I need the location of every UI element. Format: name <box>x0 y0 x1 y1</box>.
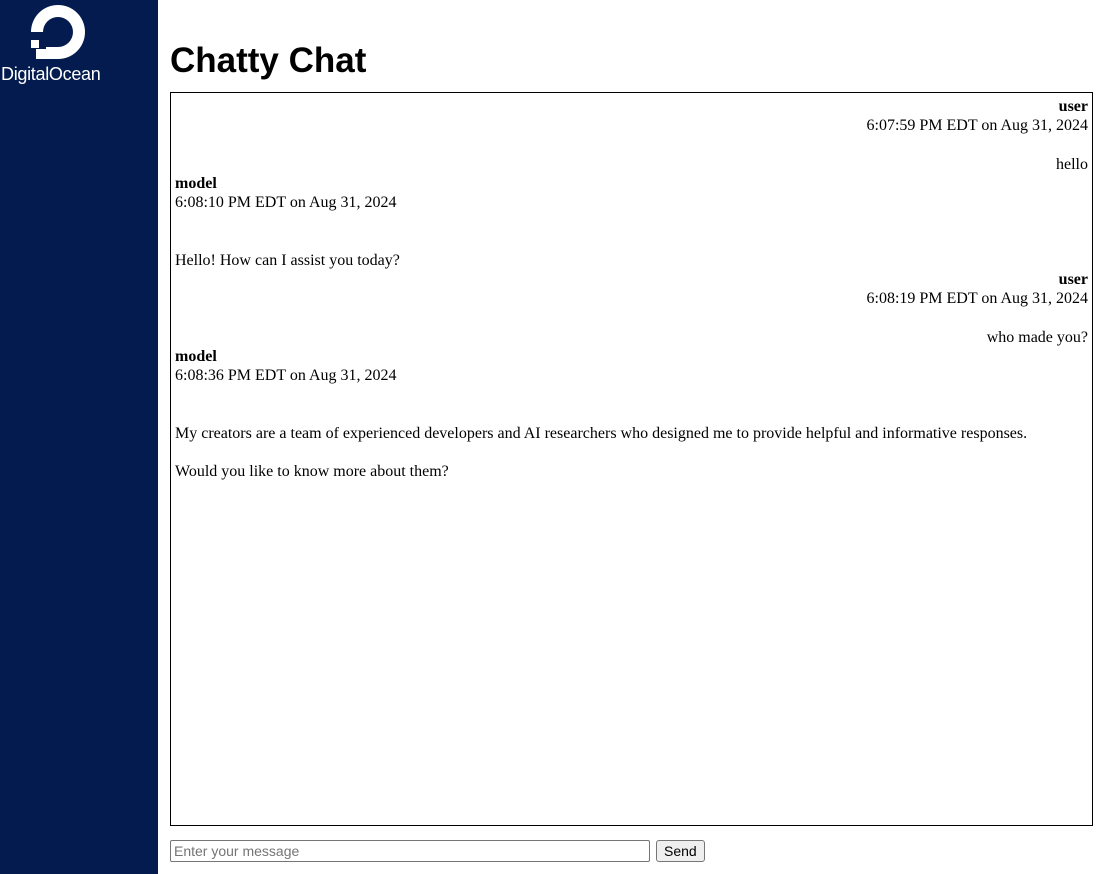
message-text: My creators are a team of experienced de… <box>175 425 1028 442</box>
message-body: who made you? <box>175 328 1088 347</box>
chat-message-user: user 6:08:19 PM EDT on Aug 31, 2024 who … <box>175 270 1089 347</box>
message-text: who made you? <box>986 329 1088 346</box>
message-role: user <box>1058 98 1088 115</box>
message-text: Hello! How can I assist you today? <box>175 252 400 269</box>
digitalocean-logo-icon <box>31 5 85 59</box>
chat-message-user: user 6:07:59 PM EDT on Aug 31, 2024 hell… <box>175 97 1089 174</box>
brand-name: DigitalOcean <box>1 64 101 84</box>
message-body: My creators are a team of experienced de… <box>175 424 1088 481</box>
chat-message-model: model 6:08:36 PM EDT on Aug 31, 2024 My … <box>175 347 1088 481</box>
message-role: model <box>175 175 217 192</box>
message-role: model <box>175 348 217 365</box>
chat-page: DigitalOcean Chatty Chat user 6:07:59 PM… <box>0 0 1111 874</box>
send-button[interactable]: Send <box>656 840 705 862</box>
main-content: Chatty Chat user 6:07:59 PM EDT on Aug 3… <box>170 0 1096 874</box>
message-composer: Send <box>170 840 705 862</box>
sidebar: DigitalOcean <box>0 0 158 874</box>
page-title: Chatty Chat <box>170 41 367 80</box>
message-text: Would you like to know more about them? <box>175 463 449 480</box>
chat-log[interactable]: user 6:07:59 PM EDT on Aug 31, 2024 hell… <box>170 92 1093 826</box>
brand-logo[interactable]: DigitalOcean <box>0 2 116 84</box>
message-timestamp: 6:07:59 PM EDT on Aug 31, 2024 <box>866 117 1089 134</box>
message-timestamp: 6:08:36 PM EDT on Aug 31, 2024 <box>175 367 397 384</box>
message-input[interactable] <box>170 840 650 862</box>
message-role: user <box>1058 271 1088 288</box>
message-timestamp: 6:08:19 PM EDT on Aug 31, 2024 <box>866 290 1089 307</box>
message-timestamp: 6:08:10 PM EDT on Aug 31, 2024 <box>175 194 397 211</box>
message-body: hello <box>175 155 1088 174</box>
chat-message-model: model 6:08:10 PM EDT on Aug 31, 2024 Hel… <box>175 174 1088 270</box>
message-body: Hello! How can I assist you today? <box>175 251 1088 270</box>
message-text: hello <box>1056 156 1088 173</box>
